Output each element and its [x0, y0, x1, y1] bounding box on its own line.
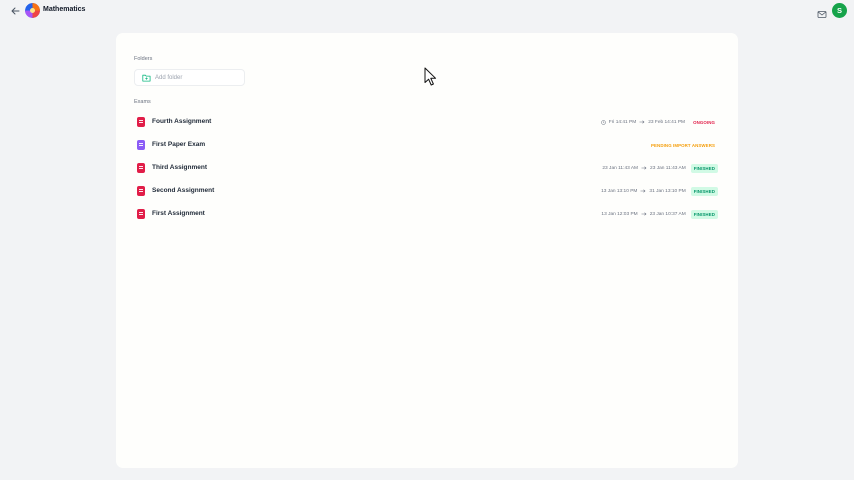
clock-icon [601, 119, 606, 125]
status-badge: FINISHED [690, 209, 718, 219]
exam-row[interactable]: Second Assignment 13 Jan 13:10 PM 31 Jan… [134, 183, 718, 199]
status-badge: FINISHED [690, 186, 718, 196]
content-card: Folders Add folder Exams Fourth Assignme… [116, 33, 738, 468]
exam-end-date: 23 Jan 10:37 AM [649, 211, 686, 217]
page-title: Mathematics [43, 6, 86, 13]
status-badge: PENDING IMPORT ANSWERS [651, 142, 715, 148]
exam-row[interactable]: Third Assignment 23 Jan 11:43 AM 23 Jan … [134, 160, 718, 176]
exam-start-date: 13 Jan 12:03 PM [601, 211, 638, 217]
add-folder-label: Add folder [155, 74, 183, 81]
exam-end-date: 23 Feb 14:41 PM [648, 119, 686, 125]
exam-end-date: 23 Jan 11:43 AM [650, 165, 686, 171]
top-bar: Mathematics S [0, 0, 854, 22]
exam-row[interactable]: First Assignment 13 Jan 12:03 PM 23 Jan … [134, 206, 718, 222]
exam-start-date: 23 Jan 11:43 AM [602, 165, 639, 171]
add-folder-button[interactable]: Add folder [134, 69, 245, 86]
status-badge: ONGOING [693, 119, 715, 125]
subject-logo-icon [25, 3, 40, 18]
folder-plus-icon [142, 74, 151, 81]
exam-row[interactable]: Fourth Assignment Fri 14:41 PM 23 Feb 14… [134, 114, 718, 130]
exam-name: Fourth Assignment [152, 118, 212, 125]
exam-dates: 13 Jan 12:03 PM 23 Jan 10:37 AM [601, 212, 685, 217]
assignment-icon [137, 163, 145, 173]
arrow-right-icon [639, 120, 645, 124]
assignment-icon [137, 209, 145, 219]
mail-icon [817, 11, 827, 18]
arrow-right-icon [641, 212, 647, 216]
exam-name: First Assignment [152, 210, 205, 217]
assignment-icon [137, 117, 145, 127]
exam-end-date: 31 Jan 13:10 PM [649, 188, 686, 194]
assignment-icon [137, 186, 145, 196]
exam-start-date: 13 Jan 13:10 PM [601, 188, 638, 194]
arrow-right-icon [640, 189, 646, 193]
exam-dates: 23 Jan 11:43 AM 23 Jan 11:43 AM [602, 166, 685, 171]
exam-name: First Paper Exam [152, 141, 206, 148]
arrow-right-icon [641, 166, 647, 170]
exam-row[interactable]: First Paper Exam PENDING IMPORT ANSWERS [134, 137, 718, 153]
exams-section-label: Exams [134, 99, 151, 105]
mail-button[interactable] [817, 6, 827, 18]
exam-name: Second Assignment [152, 187, 215, 194]
folders-section-label: Folders [134, 56, 153, 62]
arrow-left-icon [11, 7, 19, 15]
paper-exam-icon [137, 140, 145, 150]
exam-name: Third Assignment [152, 164, 208, 171]
exam-dates: Fri 14:41 PM 23 Feb 14:41 PM [601, 120, 685, 125]
exam-dates: 13 Jan 13:10 PM 31 Jan 13:10 PM [601, 189, 686, 194]
user-avatar[interactable]: S [832, 3, 847, 18]
exam-start-date: Fri 14:41 PM [608, 119, 637, 125]
status-badge: FINISHED [690, 163, 718, 173]
back-button[interactable] [9, 5, 21, 17]
